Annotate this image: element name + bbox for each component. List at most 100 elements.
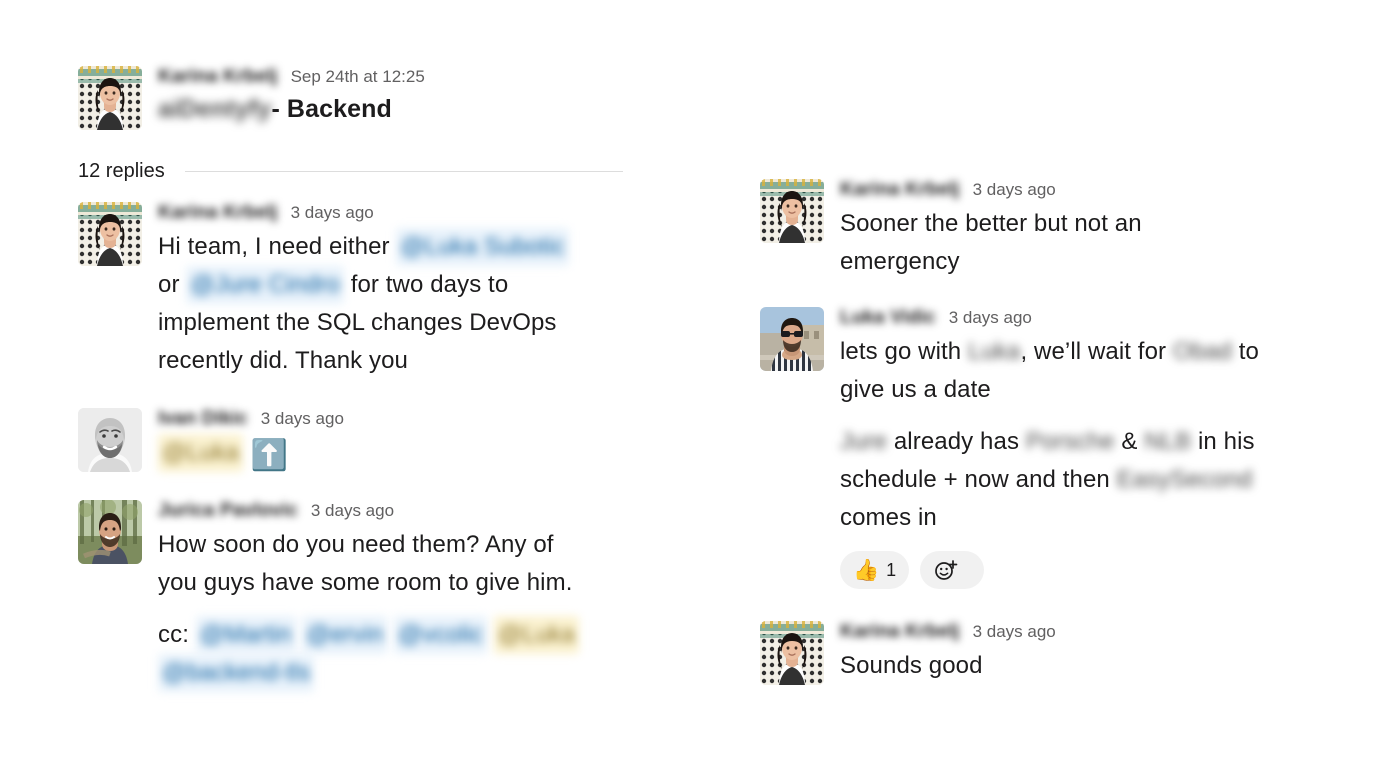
self-mention[interactable]: @Luka: [493, 616, 579, 654]
message-text-run: to: [1232, 338, 1259, 365]
message-line: Jure already has Porsche & NLB in his: [840, 423, 1259, 461]
message-line: schedule + now and then EasySecond: [840, 461, 1259, 499]
replies-count[interactable]: 12 replies: [78, 160, 165, 183]
timestamp[interactable]: 3 days ago: [311, 501, 394, 521]
message-text-run: &: [1114, 428, 1145, 455]
self-mention[interactable]: @Luka: [158, 434, 243, 472]
message-line: comes in: [840, 499, 1259, 537]
message-meta: Karina Krbelj Sep 24th at 12:25: [158, 66, 425, 92]
timestamp[interactable]: 3 days ago: [261, 409, 344, 429]
user-mention[interactable]: @Jure Cindro: [186, 266, 344, 304]
user-mention[interactable]: @Luka Subotic: [396, 228, 569, 266]
replies-divider: 12 replies: [78, 160, 623, 183]
redacted-text: Luka: [968, 338, 1021, 365]
message-meta: Karina Krbelj 3 days ago: [840, 621, 1056, 647]
message-text-run: cc:: [158, 621, 196, 648]
message-text-run: emergency: [840, 248, 960, 275]
redacted-text: Porsche: [1025, 428, 1115, 455]
message-text: lets go with Luka, we’ll wait for Obad t…: [840, 333, 1259, 409]
author-name[interactable]: Jurica Pavlovic: [158, 500, 298, 522]
reaction-thumbs-up-emoji[interactable]: 👍 1: [840, 551, 910, 589]
message-body: Karina Krbelj 3 days ago Sooner the better…: [840, 179, 1142, 281]
message-line: emergency: [840, 243, 1142, 281]
message-text-run: [487, 621, 494, 648]
message: Luka Vidic 3 days ago lets go with Luka, w…: [760, 307, 1259, 589]
redacted-subject: aiDentyfy: [158, 95, 272, 123]
up-arrow-emoji: ⬆️: [250, 439, 289, 472]
message-text-run: schedule + now and then: [840, 466, 1117, 493]
author-name[interactable]: Ivan Dikic: [158, 408, 248, 430]
redacted-text: Jure: [840, 428, 888, 455]
thumbs-up-emoji: 👍: [853, 558, 880, 582]
message-text-run: Hi team, I need either: [158, 233, 397, 260]
add-reaction-icon: [935, 560, 958, 580]
message-line: @Luka ⬆️: [158, 434, 344, 475]
message-text-run: Sooner the better but not an: [840, 210, 1142, 237]
subject-suffix: - Backend: [271, 95, 392, 123]
message-text-run: Sounds good: [840, 652, 983, 679]
add-reaction-button[interactable]: [920, 551, 985, 589]
user-mention[interactable]: @backend-tls: [158, 654, 315, 692]
avatar[interactable]: [78, 500, 142, 564]
author-name[interactable]: Karina Krbelj: [158, 202, 278, 224]
author-name[interactable]: Karina Krbelj: [840, 621, 960, 643]
redacted-text: Obad: [1172, 338, 1233, 365]
message-text-run: implement the SQL changes DevOps: [158, 309, 557, 336]
message: Karina Krbelj 3 days ago Sooner the better…: [760, 179, 1142, 281]
message-text-run: you guys have some room to give him.: [158, 569, 573, 596]
message-meta: Jurica Pavlovic 3 days ago: [158, 500, 579, 526]
user-mention[interactable]: @vcolic: [394, 616, 488, 654]
message-text-run: , we’ll wait for: [1020, 338, 1173, 365]
avatar[interactable]: [760, 621, 824, 685]
divider-line: [184, 171, 623, 172]
message-text: Sounds good: [840, 647, 1056, 685]
timestamp[interactable]: 3 days ago: [291, 203, 374, 223]
message-line: cc: @Martin @ervin @vcolic @Luka: [158, 616, 579, 654]
reaction-count: 1: [886, 559, 897, 580]
message-line: [158, 602, 579, 616]
avatar[interactable]: [78, 66, 142, 130]
timestamp[interactable]: 3 days ago: [949, 308, 1032, 328]
message-line: give us a date: [840, 371, 1259, 409]
avatar[interactable]: [78, 202, 142, 266]
message-text: Hi team, I need either @Luka Subotic or @…: [158, 228, 569, 380]
redacted-text: EasySecond: [1116, 466, 1253, 493]
user-mention[interactable]: @Martin: [195, 616, 296, 654]
user-mention[interactable]: @ervin: [302, 616, 388, 654]
message-line: lets go with Luka, we’ll wait for Obad t…: [840, 333, 1259, 371]
message-line: implement the SQL changes DevOps: [158, 304, 569, 342]
author-name[interactable]: Karina Krbelj: [840, 179, 960, 201]
message-meta: Karina Krbelj 3 days ago: [840, 179, 1142, 205]
message-text-run: give us a date: [840, 376, 991, 403]
message-line: recently did. Thank you: [158, 342, 569, 380]
message-text-run: recently did. Thank you: [158, 347, 408, 374]
timestamp[interactable]: Sep 24th at 12:25: [291, 67, 425, 87]
message-body: Ivan Dikic 3 days ago @Luka ⬆️: [158, 408, 344, 475]
message-line: Sounds good: [840, 647, 1056, 685]
message-text-run: comes in: [840, 504, 937, 531]
avatar[interactable]: [760, 307, 824, 371]
reaction-bar: 👍 1: [840, 551, 1259, 589]
message-meta: Karina Krbelj 3 days ago: [158, 202, 569, 228]
author-name[interactable]: Karina Krbelj: [158, 66, 278, 88]
message-text: aiDentyfy- Backend: [158, 92, 425, 126]
message-text: @Luka ⬆️: [158, 434, 344, 475]
message-text-run: already has: [887, 428, 1026, 455]
message-body: Jurica Pavlovic 3 days ago How soon do you…: [158, 500, 579, 692]
timestamp[interactable]: 3 days ago: [973, 180, 1056, 200]
redacted-text: NLB: [1144, 428, 1192, 455]
message: Karina Krbelj 3 days ago Hi team, I need e…: [78, 202, 569, 380]
author-name[interactable]: Luka Vidic: [840, 307, 936, 329]
message-line: How soon do you need them? Any of: [158, 526, 579, 564]
message-text: How soon do you need them? Any of you guy…: [158, 526, 579, 692]
timestamp[interactable]: 3 days ago: [973, 622, 1056, 642]
message-text-run: [387, 621, 394, 648]
avatar[interactable]: [78, 408, 142, 472]
avatar[interactable]: [760, 179, 824, 243]
message: Karina Krbelj 3 days ago Sounds good: [760, 621, 1056, 685]
message-body: Karina Krbelj 3 days ago Sounds good: [840, 621, 1056, 685]
message-line: you guys have some room to give him.: [158, 564, 579, 602]
message: Jurica Pavlovic 3 days ago How soon do you…: [78, 500, 579, 692]
message-text-run: in his: [1191, 428, 1255, 455]
thread-root-message: Karina Krbelj Sep 24th at 12:25 aiDentyf…: [78, 66, 425, 130]
